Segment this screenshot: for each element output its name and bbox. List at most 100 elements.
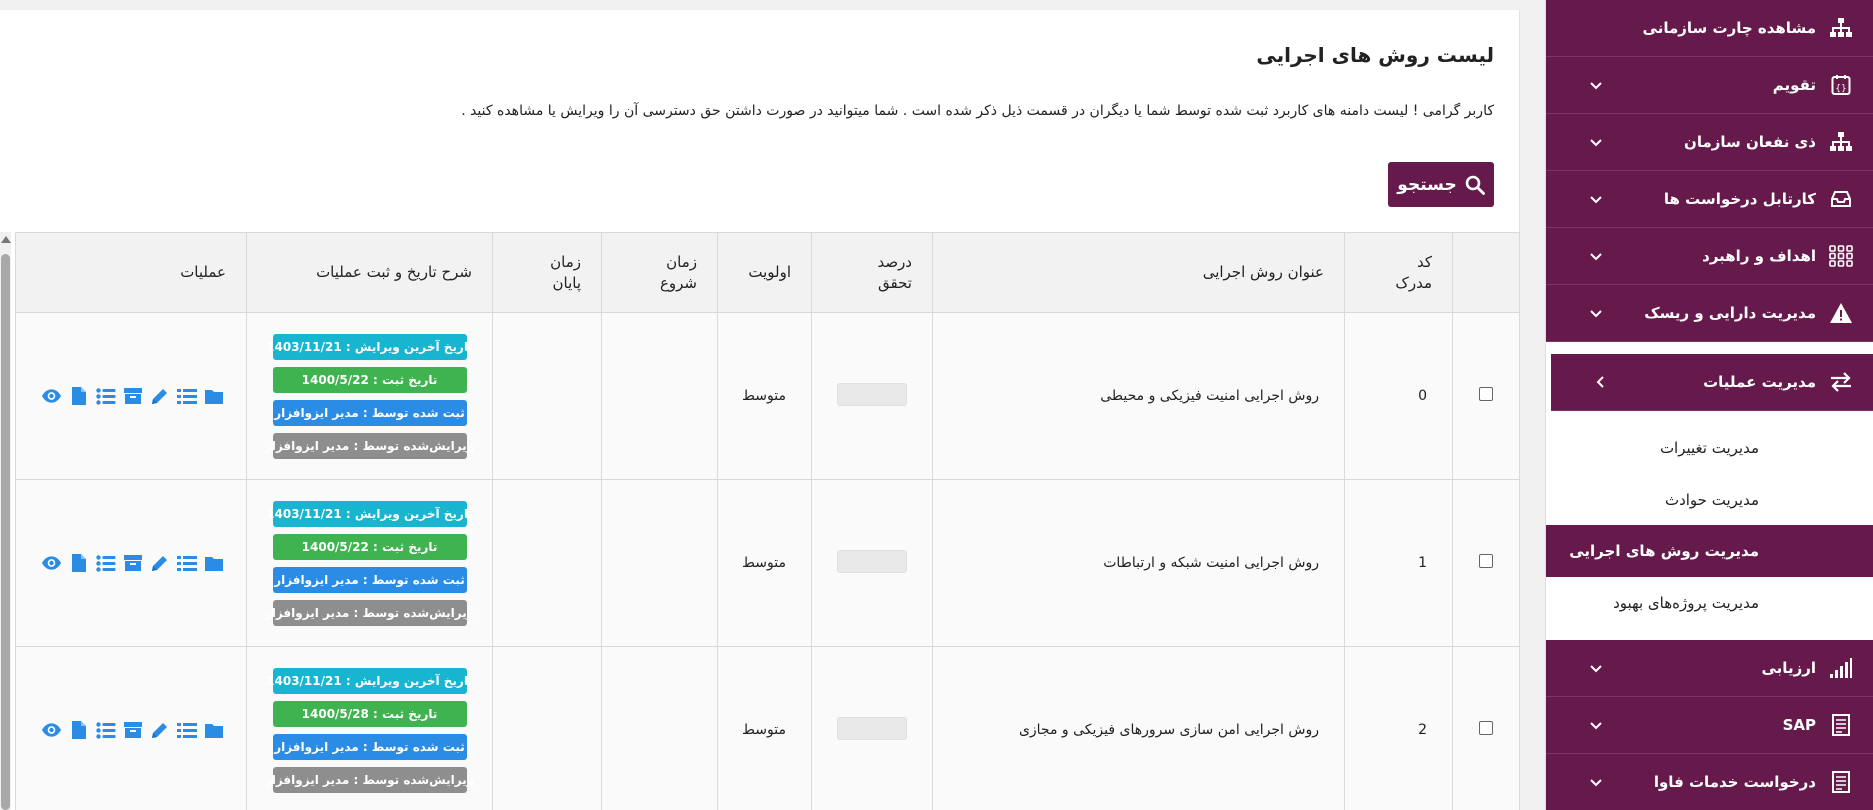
archive-icon[interactable] [122, 553, 143, 574]
header-percent-label: درصد تحقق [877, 253, 912, 292]
row-progress-cell [811, 312, 933, 480]
sidebar-subitem-label: مدیریت تغییرات [1659, 439, 1759, 457]
sidebar-item-label: کارتابل درخواست ها [1663, 190, 1816, 208]
exchange-icon [1828, 369, 1854, 395]
sidebar-item-asset-risk[interactable]: مدیریت دارایی و ریسک [1546, 285, 1873, 342]
sidebar-item-label: ارزیابی [1761, 659, 1817, 677]
registered-by-badge: ثبت شده توسط : مدیر ایزوافزار [272, 733, 467, 760]
sidebar-item-requests[interactable]: کارتابل درخواست ها [1546, 171, 1873, 228]
row-start [601, 479, 718, 647]
view-eye-icon[interactable] [41, 720, 62, 741]
archive-icon[interactable] [122, 720, 143, 741]
bar-chart-icon [1828, 655, 1854, 681]
register-date-badge: تاریخ ثبت : 1400/5/22 [272, 366, 467, 393]
page-title: لیست روش های اجرایی [1256, 43, 1494, 67]
chevron-left-icon[interactable] [1589, 370, 1613, 394]
sidebar-subitem-change-management[interactable]: مدیریت تغییرات [1546, 422, 1873, 474]
table-header-row: کد مدرک عنوان روش اجرایی درصد تحقق اولوی… [15, 232, 1520, 313]
registered-by-badge: ثبت شده توسط : مدیر ایزوافزار [272, 566, 467, 593]
view-eye-icon[interactable] [41, 553, 62, 574]
sidebar-subitem-improvement-projects[interactable]: مدیریت پروژه‌های بهبود [1546, 577, 1873, 629]
edit-pencil-icon[interactable] [149, 386, 170, 407]
file-icon[interactable] [68, 720, 89, 741]
row-checkbox[interactable] [1479, 554, 1493, 568]
top-strip [0, 0, 1545, 10]
last-edit-badge: تاریخ آخرین ویرایش : 1403/11/21 [266, 667, 473, 694]
chevron-down-icon[interactable] [1584, 656, 1608, 680]
folder-icon[interactable] [203, 720, 224, 741]
row-title: روش اجرایی امنیت فیزیکی و محیطی [932, 312, 1345, 480]
row-progress-cell [811, 646, 933, 810]
sidebar-subitem-label: مدیریت حوادث [1664, 491, 1759, 509]
sidebar-item-ict-services[interactable]: درخواست خدمات فاوا [1546, 754, 1873, 810]
last-edit-badge: تاریخ آخرین ویرایش : 1403/11/21 [266, 333, 473, 360]
progress-bar [837, 549, 907, 573]
document-icon [1828, 712, 1854, 738]
search-button[interactable]: جستجو [1388, 162, 1494, 207]
chevron-down-icon[interactable] [1584, 130, 1608, 154]
file-icon[interactable] [68, 553, 89, 574]
sidebar-item-sap[interactable]: SAP [1546, 697, 1873, 754]
header-end: زمان پایان [492, 232, 602, 313]
row-end [492, 646, 602, 810]
details-list-icon[interactable] [176, 720, 197, 741]
sidebar-item-org-chart[interactable]: مشاهده چارت سازمانی [1546, 0, 1873, 57]
header-percent: درصد تحقق [811, 232, 933, 313]
row-start [601, 312, 718, 480]
register-date-badge: تاریخ ثبت : 1400/5/28 [272, 700, 467, 727]
chevron-down-icon[interactable] [1584, 244, 1608, 268]
details-list-icon[interactable] [176, 386, 197, 407]
sidebar-item-stakeholders[interactable]: ذی نفعان سازمان [1546, 114, 1873, 171]
edit-pencil-icon[interactable] [149, 720, 170, 741]
header-log: شرح تاریخ و ثبت عملیات [246, 232, 493, 313]
sidebar-item-label: اهداف و راهبرد [1702, 247, 1816, 265]
archive-icon[interactable] [122, 386, 143, 407]
list-icon[interactable] [95, 553, 116, 574]
chevron-down-icon[interactable] [1584, 187, 1608, 211]
procedures-table: کد مدرک عنوان روش اجرایی درصد تحقق اولوی… [15, 232, 1520, 810]
row-end [492, 479, 602, 647]
progress-bar [837, 382, 907, 406]
row-start [601, 646, 718, 810]
vertical-scrollbar[interactable] [0, 232, 11, 810]
table-row: 0 روش اجرایی امنیت فیزیکی و محیطی متوسط … [15, 312, 1520, 480]
document-icon [1828, 769, 1854, 795]
svg-text:{}: {} [1835, 84, 1846, 94]
scrollbar-thumb[interactable] [1, 254, 10, 810]
header-start: زمان شروع [601, 232, 718, 313]
sidebar-subitem-procedures[interactable]: مدیریت روش های اجرایی [1546, 525, 1873, 577]
edited-by-badge: ویرایش‌شده توسط : مدیر ایزوافزار [265, 766, 474, 793]
folder-icon[interactable] [203, 553, 224, 574]
sidebar-item-evaluation[interactable]: ارزیابی [1546, 640, 1873, 697]
row-operations [15, 479, 247, 647]
row-checkbox[interactable] [1479, 387, 1493, 401]
sidebar-item-operations[interactable]: مدیریت عملیات [1551, 354, 1873, 411]
sidebar-item-goals[interactable]: اهداف و راهبرد [1546, 228, 1873, 285]
list-icon[interactable] [95, 386, 116, 407]
progress-bar [837, 716, 907, 740]
chevron-down-icon[interactable] [1584, 770, 1608, 794]
row-checkbox[interactable] [1479, 721, 1493, 735]
sidebar-item-label: مشاهده چارت سازمانی [1642, 19, 1816, 37]
chevron-down-icon[interactable] [1584, 301, 1608, 325]
page-description: کاربر گرامی ! لیست دامنه های کاربرد ثبت … [461, 103, 1494, 119]
details-list-icon[interactable] [176, 553, 197, 574]
edit-pencil-icon[interactable] [149, 553, 170, 574]
scroll-up-arrow[interactable] [1, 236, 11, 243]
row-title: روش اجرایی امن سازی سرورهای فیزیکی و مجا… [932, 646, 1345, 810]
sidebar-item-label: مدیریت دارایی و ریسک [1644, 304, 1816, 322]
register-date-badge: تاریخ ثبت : 1400/5/22 [272, 533, 467, 560]
chevron-down-icon[interactable] [1584, 713, 1608, 737]
folder-icon[interactable] [203, 386, 224, 407]
header-code-label: کد مدرک [1395, 253, 1432, 292]
row-operations [15, 312, 247, 480]
file-icon[interactable] [68, 386, 89, 407]
edited-by-badge: ویرایش‌شده توسط : مدیر ایزوافزار [265, 432, 474, 459]
chevron-down-icon[interactable] [1584, 73, 1608, 97]
sidebar-item-calendar[interactable]: {} تقویم [1546, 57, 1873, 114]
sidebar-subitem-incident-management[interactable]: مدیریت حوادث [1546, 474, 1873, 526]
sidebar-item-label: درخواست خدمات فاوا [1653, 773, 1816, 791]
view-eye-icon[interactable] [41, 386, 62, 407]
header-title: عنوان روش اجرایی [932, 232, 1345, 313]
list-icon[interactable] [95, 720, 116, 741]
